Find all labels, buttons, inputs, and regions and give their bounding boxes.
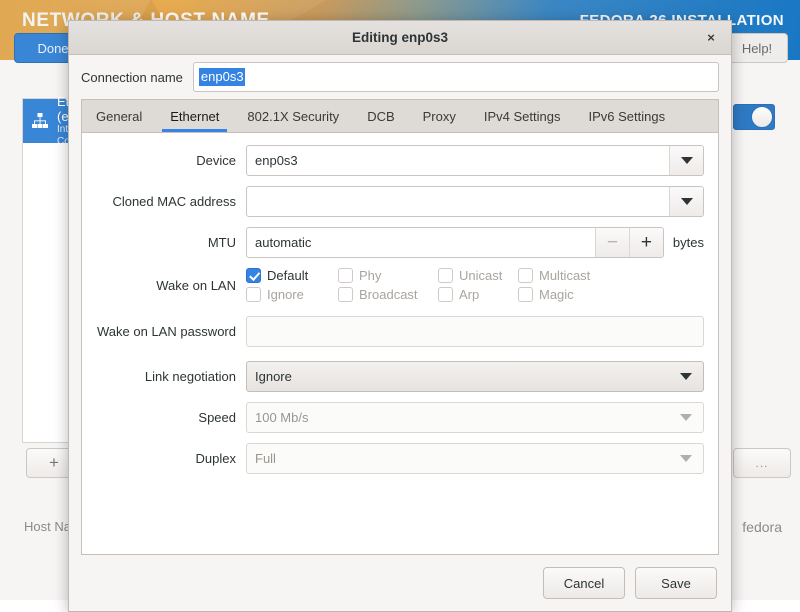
chevron-down-icon[interactable] bbox=[669, 187, 703, 216]
wake-on-lan-options: Default Phy Unicast Multicast bbox=[246, 268, 704, 302]
checkbox-icon bbox=[518, 268, 533, 283]
chevron-down-icon[interactable] bbox=[669, 444, 703, 473]
wol-checkbox-broadcast[interactable]: Broadcast bbox=[338, 287, 438, 302]
wol-label-default: Default bbox=[267, 268, 308, 283]
tab-bar: General Ethernet 802.1X Security DCB Pro… bbox=[81, 99, 719, 132]
ethernet-icon bbox=[31, 112, 49, 130]
connection-name-row: Connection name enp0s3 bbox=[69, 55, 731, 99]
device-combo[interactable]: enp0s3 bbox=[246, 145, 704, 176]
wol-checkbox-arp[interactable]: Arp bbox=[438, 287, 518, 302]
ethernet-tab-page: Device enp0s3 Cloned MAC address bbox=[81, 132, 719, 555]
checkbox-icon bbox=[246, 268, 261, 283]
checkbox-icon bbox=[338, 268, 353, 283]
link-negotiation-combo[interactable]: Ignore bbox=[246, 361, 704, 392]
wol-password-label: Wake on LAN password bbox=[96, 324, 246, 339]
configure-button[interactable]: ... bbox=[733, 448, 791, 478]
mtu-increment-button[interactable]: + bbox=[629, 228, 663, 257]
dialog-footer: Cancel Save bbox=[69, 555, 731, 611]
editing-connection-dialog: Editing enp0s3 × Connection name enp0s3 … bbox=[68, 20, 732, 612]
connection-name-input[interactable]: enp0s3 bbox=[193, 62, 719, 92]
wol-checkbox-multicast[interactable]: Multicast bbox=[518, 268, 608, 283]
tab-ipv4-settings[interactable]: IPv4 Settings bbox=[470, 100, 575, 132]
mtu-decrement-button[interactable]: − bbox=[595, 228, 629, 257]
checkbox-icon bbox=[246, 287, 261, 302]
chevron-down-icon[interactable] bbox=[669, 403, 703, 432]
checkbox-icon bbox=[438, 287, 453, 302]
checkbox-icon bbox=[518, 287, 533, 302]
wol-password-row: Wake on LAN password bbox=[96, 316, 704, 347]
wol-label-phy: Phy bbox=[359, 268, 381, 283]
tab-dcb[interactable]: DCB bbox=[353, 100, 408, 132]
mtu-row: MTU automatic − + bytes bbox=[96, 227, 704, 258]
speed-combo[interactable]: 100 Mb/s bbox=[246, 402, 704, 433]
wol-label-unicast: Unicast bbox=[459, 268, 502, 283]
wol-checkbox-unicast[interactable]: Unicast bbox=[438, 268, 518, 283]
checkbox-icon bbox=[438, 268, 453, 283]
wol-checkbox-phy[interactable]: Phy bbox=[338, 268, 438, 283]
toggle-knob bbox=[751, 106, 773, 128]
close-icon[interactable]: × bbox=[701, 28, 721, 48]
dialog-titlebar: Editing enp0s3 × bbox=[69, 21, 731, 55]
tab-proxy[interactable]: Proxy bbox=[409, 100, 470, 132]
duplex-value: Full bbox=[247, 451, 669, 466]
device-value: enp0s3 bbox=[247, 153, 669, 168]
connection-name-value: enp0s3 bbox=[199, 68, 245, 86]
wol-password-input[interactable] bbox=[246, 316, 704, 347]
wol-label-multicast: Multicast bbox=[539, 268, 590, 283]
device-row: Device enp0s3 bbox=[96, 145, 704, 176]
device-on-off-toggle[interactable] bbox=[733, 104, 775, 130]
wol-label-broadcast: Broadcast bbox=[359, 287, 418, 302]
duplex-row: Duplex Full bbox=[96, 443, 704, 474]
cloned-mac-combo[interactable] bbox=[246, 186, 704, 217]
wol-label-magic: Magic bbox=[539, 287, 574, 302]
cancel-button[interactable]: Cancel bbox=[543, 567, 625, 599]
tab-ipv6-settings[interactable]: IPv6 Settings bbox=[574, 100, 679, 132]
link-negotiation-label: Link negotiation bbox=[96, 369, 246, 384]
tab-general[interactable]: General bbox=[82, 100, 156, 132]
mtu-unit-label: bytes bbox=[664, 235, 704, 250]
checkbox-icon bbox=[338, 287, 353, 302]
tab-ethernet[interactable]: Ethernet bbox=[156, 100, 233, 132]
mtu-label: MTU bbox=[96, 235, 246, 250]
connection-name-label: Connection name bbox=[81, 70, 183, 85]
speed-label: Speed bbox=[96, 410, 246, 425]
settings-notebook: General Ethernet 802.1X Security DCB Pro… bbox=[81, 99, 719, 555]
wake-on-lan-row: Wake on LAN Default Phy Unic bbox=[96, 268, 704, 302]
tab-8021x-security[interactable]: 802.1X Security bbox=[233, 100, 353, 132]
duplex-label: Duplex bbox=[96, 451, 246, 466]
wol-checkbox-magic[interactable]: Magic bbox=[518, 287, 608, 302]
cloned-mac-label: Cloned MAC address bbox=[96, 194, 246, 209]
fedora-wordmark: fedora bbox=[742, 519, 782, 535]
duplex-combo[interactable]: Full bbox=[246, 443, 704, 474]
chevron-down-icon[interactable] bbox=[669, 362, 703, 391]
wake-on-lan-label: Wake on LAN bbox=[96, 278, 246, 293]
help-button[interactable]: Help! bbox=[726, 33, 788, 63]
wol-checkbox-ignore[interactable]: Ignore bbox=[246, 287, 338, 302]
save-button[interactable]: Save bbox=[635, 567, 717, 599]
cloned-mac-row: Cloned MAC address bbox=[96, 186, 704, 217]
wol-checkbox-default[interactable]: Default bbox=[246, 268, 338, 283]
mtu-spinner[interactable]: automatic − + bbox=[246, 227, 664, 258]
dialog-title: Editing enp0s3 bbox=[352, 30, 448, 45]
link-negotiation-value: Ignore bbox=[247, 369, 669, 384]
link-negotiation-row: Link negotiation Ignore bbox=[96, 361, 704, 392]
speed-row: Speed 100 Mb/s bbox=[96, 402, 704, 433]
device-label: Device bbox=[96, 153, 246, 168]
wol-label-arp: Arp bbox=[459, 287, 479, 302]
speed-value: 100 Mb/s bbox=[247, 410, 669, 425]
mtu-value: automatic bbox=[247, 235, 595, 250]
wol-label-ignore: Ignore bbox=[267, 287, 304, 302]
chevron-down-icon[interactable] bbox=[669, 146, 703, 175]
